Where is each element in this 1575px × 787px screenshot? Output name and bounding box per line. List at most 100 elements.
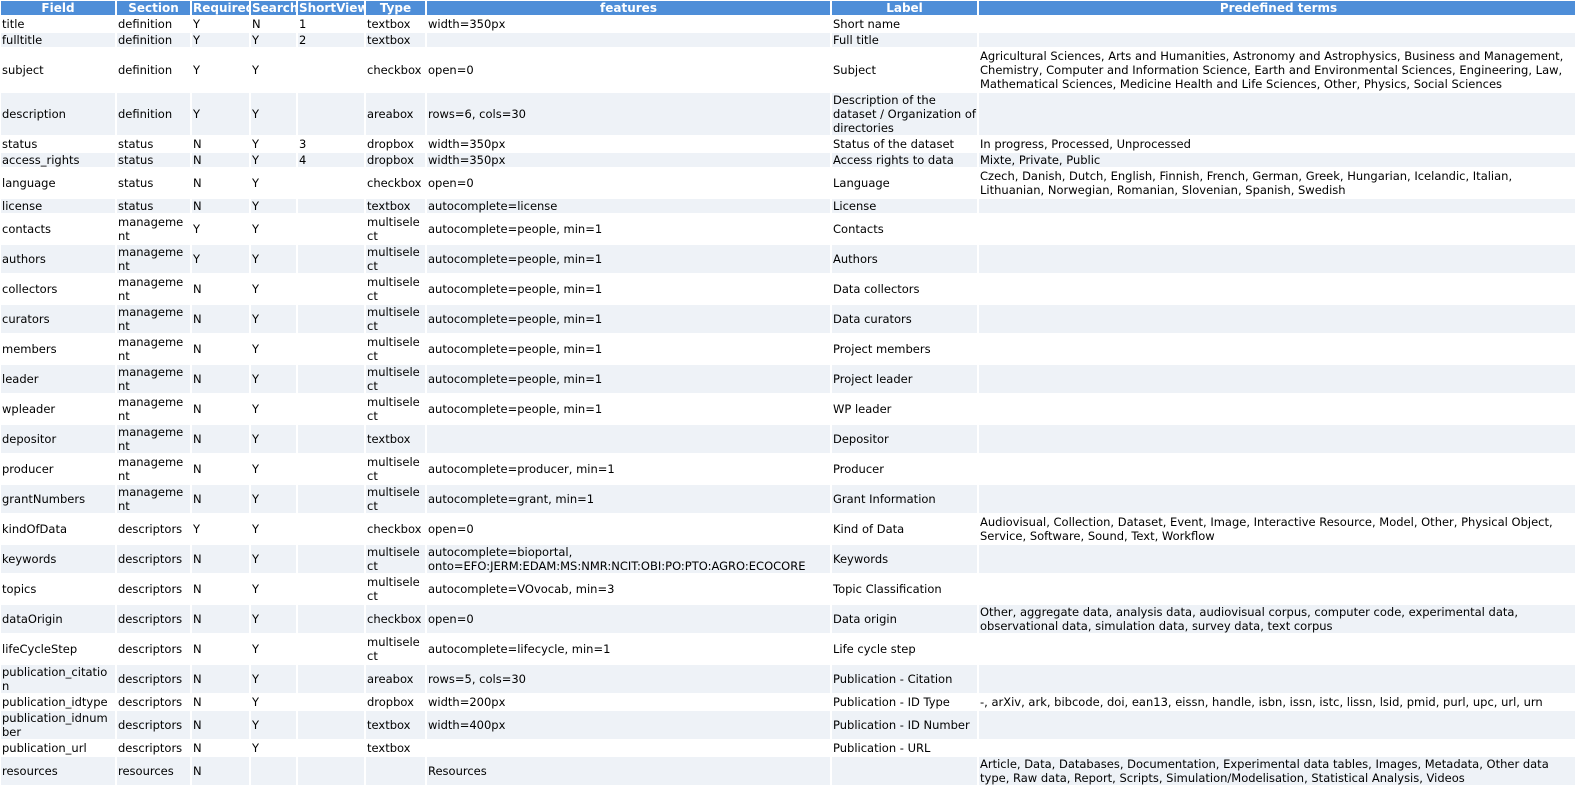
- cell-shortview: [298, 741, 364, 755]
- cell-field: publication_url: [1, 741, 115, 755]
- cell-label: Data collectors: [832, 275, 977, 303]
- cell-field: publication_idtype: [1, 695, 115, 709]
- cell-section: definition: [117, 33, 190, 47]
- cell-features: autocomplete=grant, min=1: [427, 485, 830, 513]
- cell-predefined-terms: [979, 199, 1575, 213]
- cell-search: Y: [251, 545, 296, 573]
- cell-features: [427, 741, 830, 755]
- cell-section: descriptors: [117, 575, 190, 603]
- cell-shortview: 2: [298, 33, 364, 47]
- cell-field: depositor: [1, 425, 115, 453]
- cell-field: collectors: [1, 275, 115, 303]
- cell-predefined-terms: Mixte, Private, Public: [979, 153, 1575, 167]
- cell-shortview: [298, 199, 364, 213]
- cell-features: open=0: [427, 605, 830, 633]
- cell-label: WP leader: [832, 395, 977, 423]
- cell-features: autocomplete=producer, min=1: [427, 455, 830, 483]
- cell-predefined-terms: [979, 575, 1575, 603]
- cell-features: autocomplete=VOvocab, min=3: [427, 575, 830, 603]
- header-required: Required: [192, 1, 249, 15]
- cell-type: dropbox: [366, 153, 425, 167]
- cell-required: N: [192, 305, 249, 333]
- cell-required: N: [192, 545, 249, 573]
- cell-required: N: [192, 741, 249, 755]
- table-row: publication_url descriptors N Ytextbox Publi…: [1, 741, 1575, 755]
- cell-search: Y: [251, 275, 296, 303]
- cell-predefined-terms: [979, 245, 1575, 273]
- table-body: title definition Y N 1 textbox width=350px Shor…: [1, 17, 1575, 785]
- cell-required: N: [192, 395, 249, 423]
- cell-type: dropbox: [366, 695, 425, 709]
- cell-required: N: [192, 425, 249, 453]
- cell-search: Y: [251, 575, 296, 603]
- cell-predefined-terms: -, arXiv, ark, bibcode, doi, ean13, eiss…: [979, 695, 1575, 709]
- cell-search: Y: [251, 305, 296, 333]
- cell-field: members: [1, 335, 115, 363]
- cell-label: Subject: [832, 49, 977, 91]
- cell-field: lifeCycleStep: [1, 635, 115, 663]
- cell-label: Authors: [832, 245, 977, 273]
- table-row: publication_citation descriptors N Yareabox…: [1, 665, 1575, 693]
- header-search: Search: [251, 1, 296, 15]
- cell-label: Topic Classification: [832, 575, 977, 603]
- table-row: publication_idtype descriptors N Ydropbox wi…: [1, 695, 1575, 709]
- cell-required: N: [192, 455, 249, 483]
- cell-label: Life cycle step: [832, 635, 977, 663]
- cell-label: License: [832, 199, 977, 213]
- cell-field: curators: [1, 305, 115, 333]
- cell-predefined-terms: [979, 93, 1575, 135]
- cell-predefined-terms: Audiovisual, Collection, Dataset, Event,…: [979, 515, 1575, 543]
- cell-predefined-terms: Article, Data, Databases, Documentation,…: [979, 757, 1575, 785]
- cell-required: N: [192, 575, 249, 603]
- table-row: license status N Ytextbox autocomplete=licen…: [1, 199, 1575, 213]
- cell-search: Y: [251, 485, 296, 513]
- cell-required: Y: [192, 17, 249, 31]
- metadata-table: Field Section Required Search ShortView …: [0, 0, 1575, 787]
- cell-shortview: [298, 485, 364, 513]
- cell-label: Access rights to data: [832, 153, 977, 167]
- cell-section: management: [117, 275, 190, 303]
- cell-shortview: [298, 425, 364, 453]
- cell-features: autocomplete=people, min=1: [427, 365, 830, 393]
- cell-section: definition: [117, 49, 190, 91]
- cell-predefined-terms: [979, 425, 1575, 453]
- cell-required: N: [192, 605, 249, 633]
- cell-type: areabox: [366, 665, 425, 693]
- cell-type: textbox: [366, 17, 425, 31]
- table-row: authors management Y Ymultiselect autocomple…: [1, 245, 1575, 273]
- cell-label: Status of the dataset: [832, 137, 977, 151]
- cell-label: Language: [832, 169, 977, 197]
- cell-required: N: [192, 153, 249, 167]
- cell-search: Y: [251, 455, 296, 483]
- table-row: topics descriptors N Ymultiselect autocomple…: [1, 575, 1575, 603]
- cell-search: Y: [251, 695, 296, 709]
- cell-features: open=0: [427, 169, 830, 197]
- cell-search: Y: [251, 425, 296, 453]
- cell-features: [427, 425, 830, 453]
- cell-search: Y: [251, 245, 296, 273]
- cell-shortview: 3: [298, 137, 364, 151]
- cell-shortview: [298, 305, 364, 333]
- table-row: wpleader management N Ymultiselect autocompl…: [1, 395, 1575, 423]
- cell-required: Y: [192, 515, 249, 543]
- cell-type: textbox: [366, 199, 425, 213]
- cell-section: status: [117, 199, 190, 213]
- cell-type: multiselect: [366, 575, 425, 603]
- cell-shortview: [298, 365, 364, 393]
- cell-predefined-terms: [979, 365, 1575, 393]
- cell-section: descriptors: [117, 695, 190, 709]
- cell-search: Y: [251, 711, 296, 739]
- cell-field: keywords: [1, 545, 115, 573]
- cell-shortview: [298, 711, 364, 739]
- cell-features: width=350px: [427, 153, 830, 167]
- cell-predefined-terms: [979, 545, 1575, 573]
- cell-search: [251, 757, 296, 785]
- table-row: dataOrigin descriptors N Ycheckbox open=0 Dat…: [1, 605, 1575, 633]
- cell-features: rows=6, cols=30: [427, 93, 830, 135]
- cell-label: [832, 757, 977, 785]
- cell-section: management: [117, 335, 190, 363]
- cell-field: fulltitle: [1, 33, 115, 47]
- cell-search: Y: [251, 199, 296, 213]
- cell-required: N: [192, 365, 249, 393]
- cell-type: multiselect: [366, 305, 425, 333]
